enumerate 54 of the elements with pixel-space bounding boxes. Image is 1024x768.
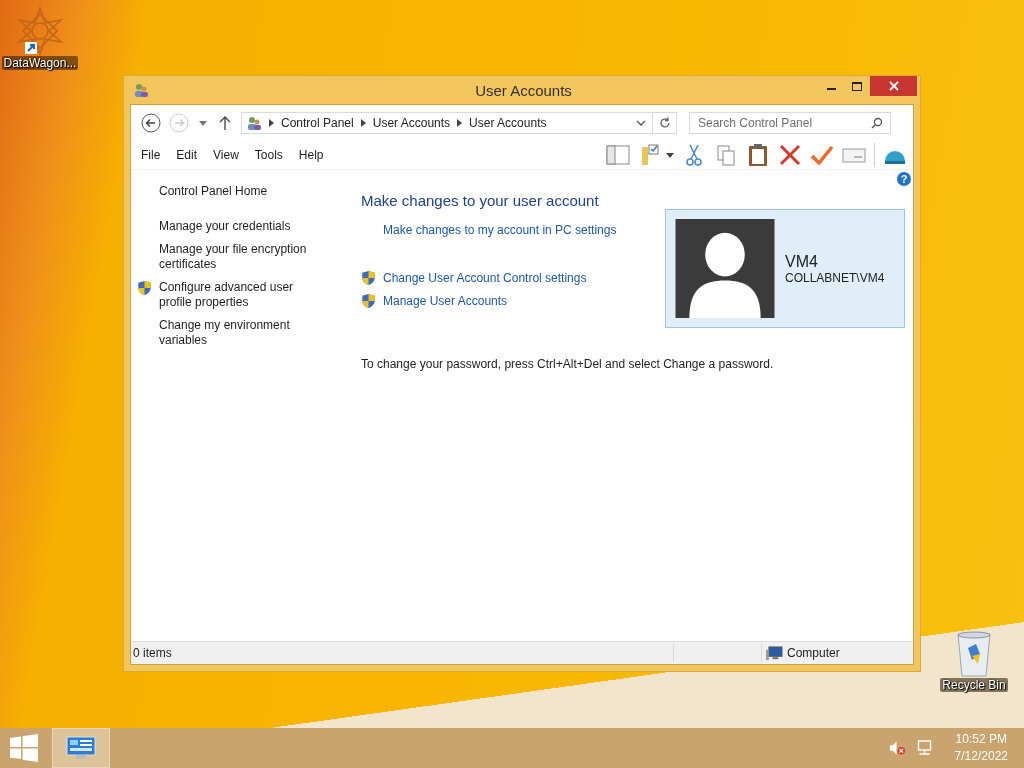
refresh-icon[interactable]	[658, 117, 671, 129]
shortcut-label[interactable]: DataWagon...	[1, 56, 79, 70]
delete-x-icon[interactable]	[778, 143, 802, 167]
item-count: 0 items	[133, 646, 173, 660]
user-account: COLLABNET\VM4	[785, 270, 885, 285]
user-name: VM4	[785, 252, 819, 271]
layout-pane-icon[interactable]	[606, 143, 630, 167]
address-bar[interactable]: Control Panel User Accounts User Accounts	[241, 112, 653, 134]
menu-item[interactable]: Tools	[254, 148, 283, 162]
users-icon	[246, 115, 262, 131]
password-note: To change your password, press Ctrl+Alt+Del and select Change a password.	[361, 357, 775, 371]
recycle-bin-label[interactable]: Recycle Bin	[940, 678, 1008, 692]
chevron-icon[interactable]	[360, 119, 366, 127]
sidebar-link[interactable]: Manage your credentials	[159, 219, 291, 234]
close-button[interactable]	[870, 76, 917, 96]
sidebar-link[interactable]: Control Panel Home	[159, 184, 268, 199]
menu-item[interactable]: File	[141, 148, 161, 162]
sidebar-link[interactable]: Configure advanced user profile properties	[159, 280, 319, 310]
window-title: User Accounts	[475, 81, 572, 99]
dropdown-chevron-icon[interactable]	[636, 120, 646, 126]
page-heading: Make changes to your user account	[361, 192, 600, 209]
chevron-icon[interactable]	[269, 119, 274, 127]
dropdown-caret-icon[interactable]	[666, 152, 674, 158]
refresh-button[interactable]	[653, 112, 677, 134]
task-link[interactable]: Change User Account Control settings	[383, 271, 587, 285]
person-silhouette-icon	[689, 232, 761, 318]
breadcrumb-item[interactable]: User Accounts	[469, 116, 547, 130]
sidebar-link[interactable]: Change my environment variables	[159, 318, 319, 348]
recycle-bin-icon[interactable]	[954, 630, 994, 678]
menu-item[interactable]: Edit	[176, 148, 198, 162]
task-link[interactable]: Manage User Accounts	[383, 294, 508, 308]
control-panel-icon[interactable]	[66, 736, 96, 760]
sidebar-link[interactable]: Manage your file encryption certificates	[159, 242, 319, 272]
breadcrumb-item[interactable]: Control Panel	[281, 116, 354, 130]
breadcrumb-item[interactable]: User Accounts	[372, 116, 451, 130]
search-field[interactable]: Search Control Panel	[689, 112, 891, 134]
up-arrow-icon[interactable]	[219, 116, 231, 130]
task-link[interactable]: Make changes to my account in PC settings	[383, 223, 617, 237]
muted-speaker-icon[interactable]	[888, 740, 906, 756]
location-label: Computer	[787, 646, 840, 660]
close-icon[interactable]	[888, 81, 899, 91]
clipboard-icon[interactable]	[746, 143, 770, 167]
menu-item[interactable]: View	[213, 148, 239, 162]
users-icon	[133, 82, 149, 98]
chevron-icon[interactable]	[457, 119, 463, 127]
checkmark-icon[interactable]	[810, 143, 834, 167]
menu-item[interactable]: Help	[298, 148, 324, 162]
taskbar-app-button[interactable]	[52, 728, 110, 768]
star-pattern-icon[interactable]	[15, 6, 65, 56]
computer-icon	[766, 645, 783, 661]
dropdown-caret-icon[interactable]	[199, 120, 207, 126]
help-icon[interactable]: ?	[897, 172, 911, 186]
search-icon[interactable]	[871, 117, 883, 129]
back-button[interactable]	[139, 112, 163, 134]
